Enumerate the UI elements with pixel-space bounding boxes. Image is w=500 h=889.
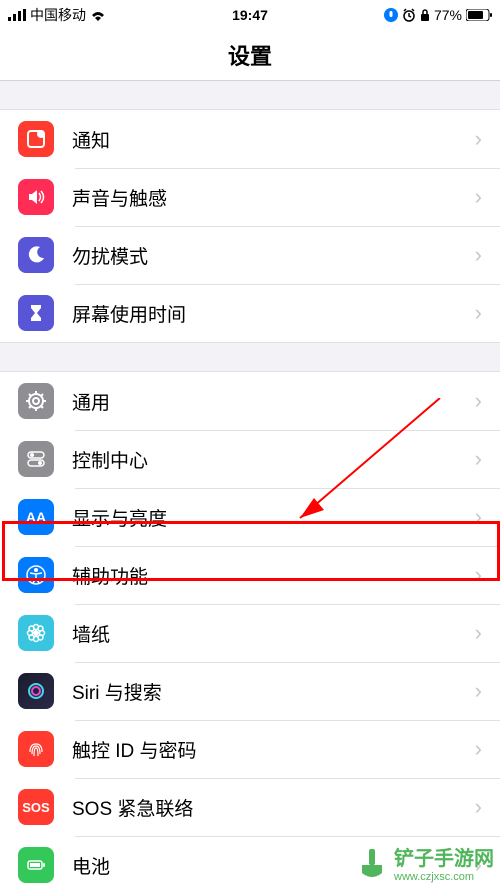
siri-icon [18, 673, 54, 709]
row-dnd[interactable]: 勿扰模式 › [0, 226, 500, 284]
flower-icon [18, 615, 54, 651]
watermark: 铲子手游网 www.czjxsc.com [354, 842, 494, 883]
fingerprint-icon [18, 731, 54, 767]
row-label: 触控 ID 与密码 [72, 736, 475, 763]
row-label: Siri 与搜索 [72, 678, 475, 705]
chevron-right-icon: › [475, 562, 482, 588]
page-title: 设置 [228, 39, 272, 71]
status-bar: 中国移动 19:47 77% [0, 0, 500, 30]
row-controlcenter[interactable]: 控制中心 › [0, 430, 500, 488]
row-screentime[interactable]: 屏幕使用时间 › [0, 284, 500, 342]
row-label: 屏幕使用时间 [72, 300, 475, 327]
chevron-right-icon: › [475, 184, 482, 210]
row-accessibility[interactable]: 辅助功能 › [0, 546, 500, 604]
chevron-right-icon: › [475, 504, 482, 530]
row-label: 墙纸 [72, 620, 475, 647]
settings-screen: 中国移动 19:47 77% 设置 [0, 0, 500, 889]
sos-icon: SOS [18, 789, 54, 825]
settings-group-1: 通知 › 声音与触感 › 勿扰模式 › 屏幕使用时间 › [0, 109, 500, 343]
gear-icon [18, 383, 54, 419]
row-display[interactable]: AA 显示与亮度 › [0, 488, 500, 546]
chevron-right-icon: › [475, 736, 482, 762]
speaker-icon [18, 179, 54, 215]
row-sounds[interactable]: 声音与触感 › [0, 168, 500, 226]
notification-icon [18, 121, 54, 157]
aa-icon: AA [18, 499, 54, 535]
chevron-right-icon: › [475, 242, 482, 268]
chevron-right-icon: › [475, 388, 482, 414]
row-touchid[interactable]: 触控 ID 与密码 › [0, 720, 500, 778]
row-label: 通知 [72, 126, 475, 153]
row-label: 控制中心 [72, 446, 475, 473]
switch-icon [18, 441, 54, 477]
row-label: 声音与触感 [72, 184, 475, 211]
row-notifications[interactable]: 通知 › [0, 110, 500, 168]
row-sos[interactable]: SOS SOS 紧急联络 › [0, 778, 500, 836]
row-label: SOS 紧急联络 [72, 794, 475, 821]
row-label: 辅助功能 [72, 562, 475, 589]
nav-bar: 设置 [0, 30, 500, 81]
chevron-right-icon: › [475, 794, 482, 820]
watermark-brand: 铲子手游网 [394, 842, 494, 871]
chevron-right-icon: › [475, 678, 482, 704]
moon-icon [18, 237, 54, 273]
chevron-right-icon: › [475, 126, 482, 152]
battery-icon [18, 847, 54, 883]
shovel-icon [354, 845, 390, 881]
settings-group-2: 通用 › 控制中心 › AA 显示与亮度 › 辅助功能 › 墙纸 [0, 371, 500, 889]
chevron-right-icon: › [475, 300, 482, 326]
clock-label: 19:47 [0, 7, 500, 23]
watermark-url: www.czjxsc.com [394, 871, 494, 883]
row-general[interactable]: 通用 › [0, 372, 500, 430]
row-label: 通用 [72, 388, 475, 415]
row-label: 显示与亮度 [72, 504, 475, 531]
accessibility-icon [18, 557, 54, 593]
hourglass-icon [18, 295, 54, 331]
chevron-right-icon: › [475, 446, 482, 472]
row-siri[interactable]: Siri 与搜索 › [0, 662, 500, 720]
row-wallpaper[interactable]: 墙纸 › [0, 604, 500, 662]
chevron-right-icon: › [475, 620, 482, 646]
row-label: 勿扰模式 [72, 242, 475, 269]
